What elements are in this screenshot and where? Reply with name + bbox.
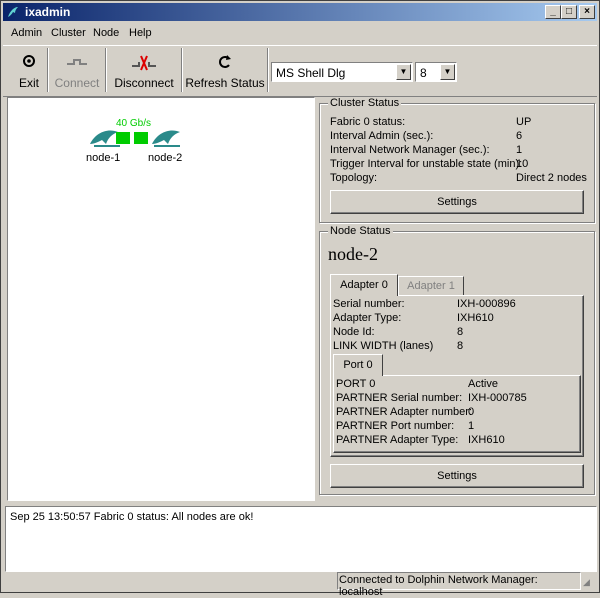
exit-button[interactable]: Exit — [11, 48, 48, 92]
cluster-row-value: 6 — [516, 130, 523, 142]
font-size-select[interactable]: 8 ▼ — [415, 62, 457, 82]
log-entry: Sep 25 13:50:57 Fabric 0 status: All nod… — [10, 511, 254, 523]
cluster-row-label: Interval Network Manager (sec.): — [330, 144, 490, 156]
disconnect-label: Disconnect — [114, 76, 174, 90]
menu-cluster[interactable]: Cluster — [51, 27, 86, 39]
title-bar: ixadmin _ □ × — [3, 3, 597, 21]
port-row-label: PARTNER Adapter Type: — [336, 434, 459, 446]
font-name-value: MS Shell Dlg — [276, 66, 346, 80]
chevron-down-icon[interactable]: ▼ — [396, 64, 411, 80]
node-2-label[interactable]: node-2 — [148, 152, 182, 164]
tab-adapter-0[interactable]: Adapter 0 — [330, 274, 398, 296]
node-1-label[interactable]: node-1 — [86, 152, 120, 164]
menu-bar: Admin Cluster Node Help — [3, 24, 597, 42]
port-row-value: IXH-000785 — [468, 392, 527, 404]
node-name-heading: node-2 — [328, 244, 378, 264]
port-row-value: 0 — [468, 406, 475, 418]
adapter-panel: Serial number: IXH-000896 Adapter Type: … — [330, 295, 584, 457]
font-name-select[interactable]: MS Shell Dlg ▼ — [271, 62, 413, 82]
refresh-status-label: Refresh Status — [185, 76, 265, 90]
window-title: ixadmin — [25, 5, 71, 19]
topology-view[interactable]: 40 Gb/s node-1 node-2 — [7, 97, 315, 501]
dolphin-app-icon — [8, 7, 18, 17]
refresh-icon — [183, 54, 267, 70]
chevron-down-icon[interactable]: ▼ — [440, 64, 455, 80]
close-button[interactable]: × — [579, 5, 595, 19]
cluster-row-value: 1 — [516, 144, 523, 156]
tab-port-0[interactable]: Port 0 — [333, 354, 383, 376]
node-status-group: Node Status node-2 Adapter 0 Adapter 1 S… — [319, 225, 595, 495]
cluster-row-value: UP — [516, 116, 532, 128]
refresh-status-button[interactable]: Refresh Status — [183, 48, 268, 92]
adapter-row-value: IXH610 — [457, 312, 494, 324]
cluster-row-label: Fabric 0 status: — [330, 116, 406, 128]
resize-grip-icon[interactable]: ◢ — [583, 577, 595, 589]
connect-button[interactable]: Connect — [49, 48, 106, 92]
cluster-row-label: Interval Admin (sec.): — [330, 130, 434, 142]
cluster-status-group: Cluster Status Fabric 0 status: UP Inter… — [319, 97, 595, 223]
connection-status: Connected to Dolphin Network Manager: lo… — [339, 574, 538, 598]
menu-help[interactable]: Help — [129, 27, 152, 39]
port-row-value: IXH610 — [468, 434, 505, 446]
port-row-value: 1 — [468, 420, 475, 432]
port-row-label: PARTNER Serial number: — [336, 392, 463, 404]
dolphin-node-2-icon[interactable] — [150, 126, 186, 148]
port-row-label: PARTNER Port number: — [336, 420, 455, 432]
link-bar-right — [134, 132, 148, 144]
adapter-row-label: Serial number: — [333, 298, 405, 310]
adapter-row-label: Adapter Type: — [333, 312, 402, 324]
node-settings-button[interactable]: Settings — [330, 464, 584, 488]
cluster-row-label: Trigger Interval for unstable state (min… — [330, 158, 523, 170]
adapter-row-label: LINK WIDTH (lanes) — [333, 340, 434, 352]
cluster-row-value: 10 — [516, 158, 529, 170]
font-size-value: 8 — [420, 66, 427, 80]
event-log[interactable]: Sep 25 13:50:57 Fabric 0 status: All nod… — [5, 506, 597, 572]
link-bar-left — [116, 132, 130, 144]
status-bar: Connected to Dolphin Network Manager: lo… — [337, 572, 581, 598]
exit-icon — [11, 54, 47, 70]
connect-label: Connect — [54, 76, 100, 90]
disconnect-button[interactable]: Disconnect — [107, 48, 182, 92]
menu-admin[interactable]: Admin — [11, 27, 42, 39]
minimize-button[interactable]: _ — [545, 5, 561, 19]
adapter-row-label: Node Id: — [333, 326, 375, 338]
adapter-row-value: 8 — [457, 340, 464, 352]
cluster-settings-button[interactable]: Settings — [330, 190, 584, 214]
port-row-value: Active — [468, 378, 498, 390]
cluster-row-label: Topology: — [330, 172, 378, 184]
cluster-status-title: Cluster Status — [328, 97, 402, 109]
plug-icon — [49, 54, 105, 70]
port-row-label: PORT 0 — [336, 378, 376, 390]
adapter-row-value: 8 — [457, 326, 464, 338]
port-panel: PORT 0 Active PARTNER Serial number: IXH… — [333, 375, 581, 453]
node-status-title: Node Status — [328, 225, 393, 237]
main-window: ixadmin _ □ × Admin Cluster Node Help Ex… — [0, 0, 600, 598]
menu-node[interactable]: Node — [93, 27, 119, 39]
exit-label: Exit — [18, 76, 39, 90]
cluster-row-value: Direct 2 nodes — [516, 172, 587, 184]
port-row-label: PARTNER Adapter number: — [336, 406, 472, 418]
disconnect-icon — [107, 54, 181, 71]
tab-adapter-1[interactable]: Adapter 1 — [398, 276, 464, 296]
maximize-button[interactable]: □ — [561, 5, 577, 19]
toolbar: Exit Connect Disconnect Refresh Status M… — [3, 45, 597, 97]
adapter-row-value: IXH-000896 — [457, 298, 516, 310]
